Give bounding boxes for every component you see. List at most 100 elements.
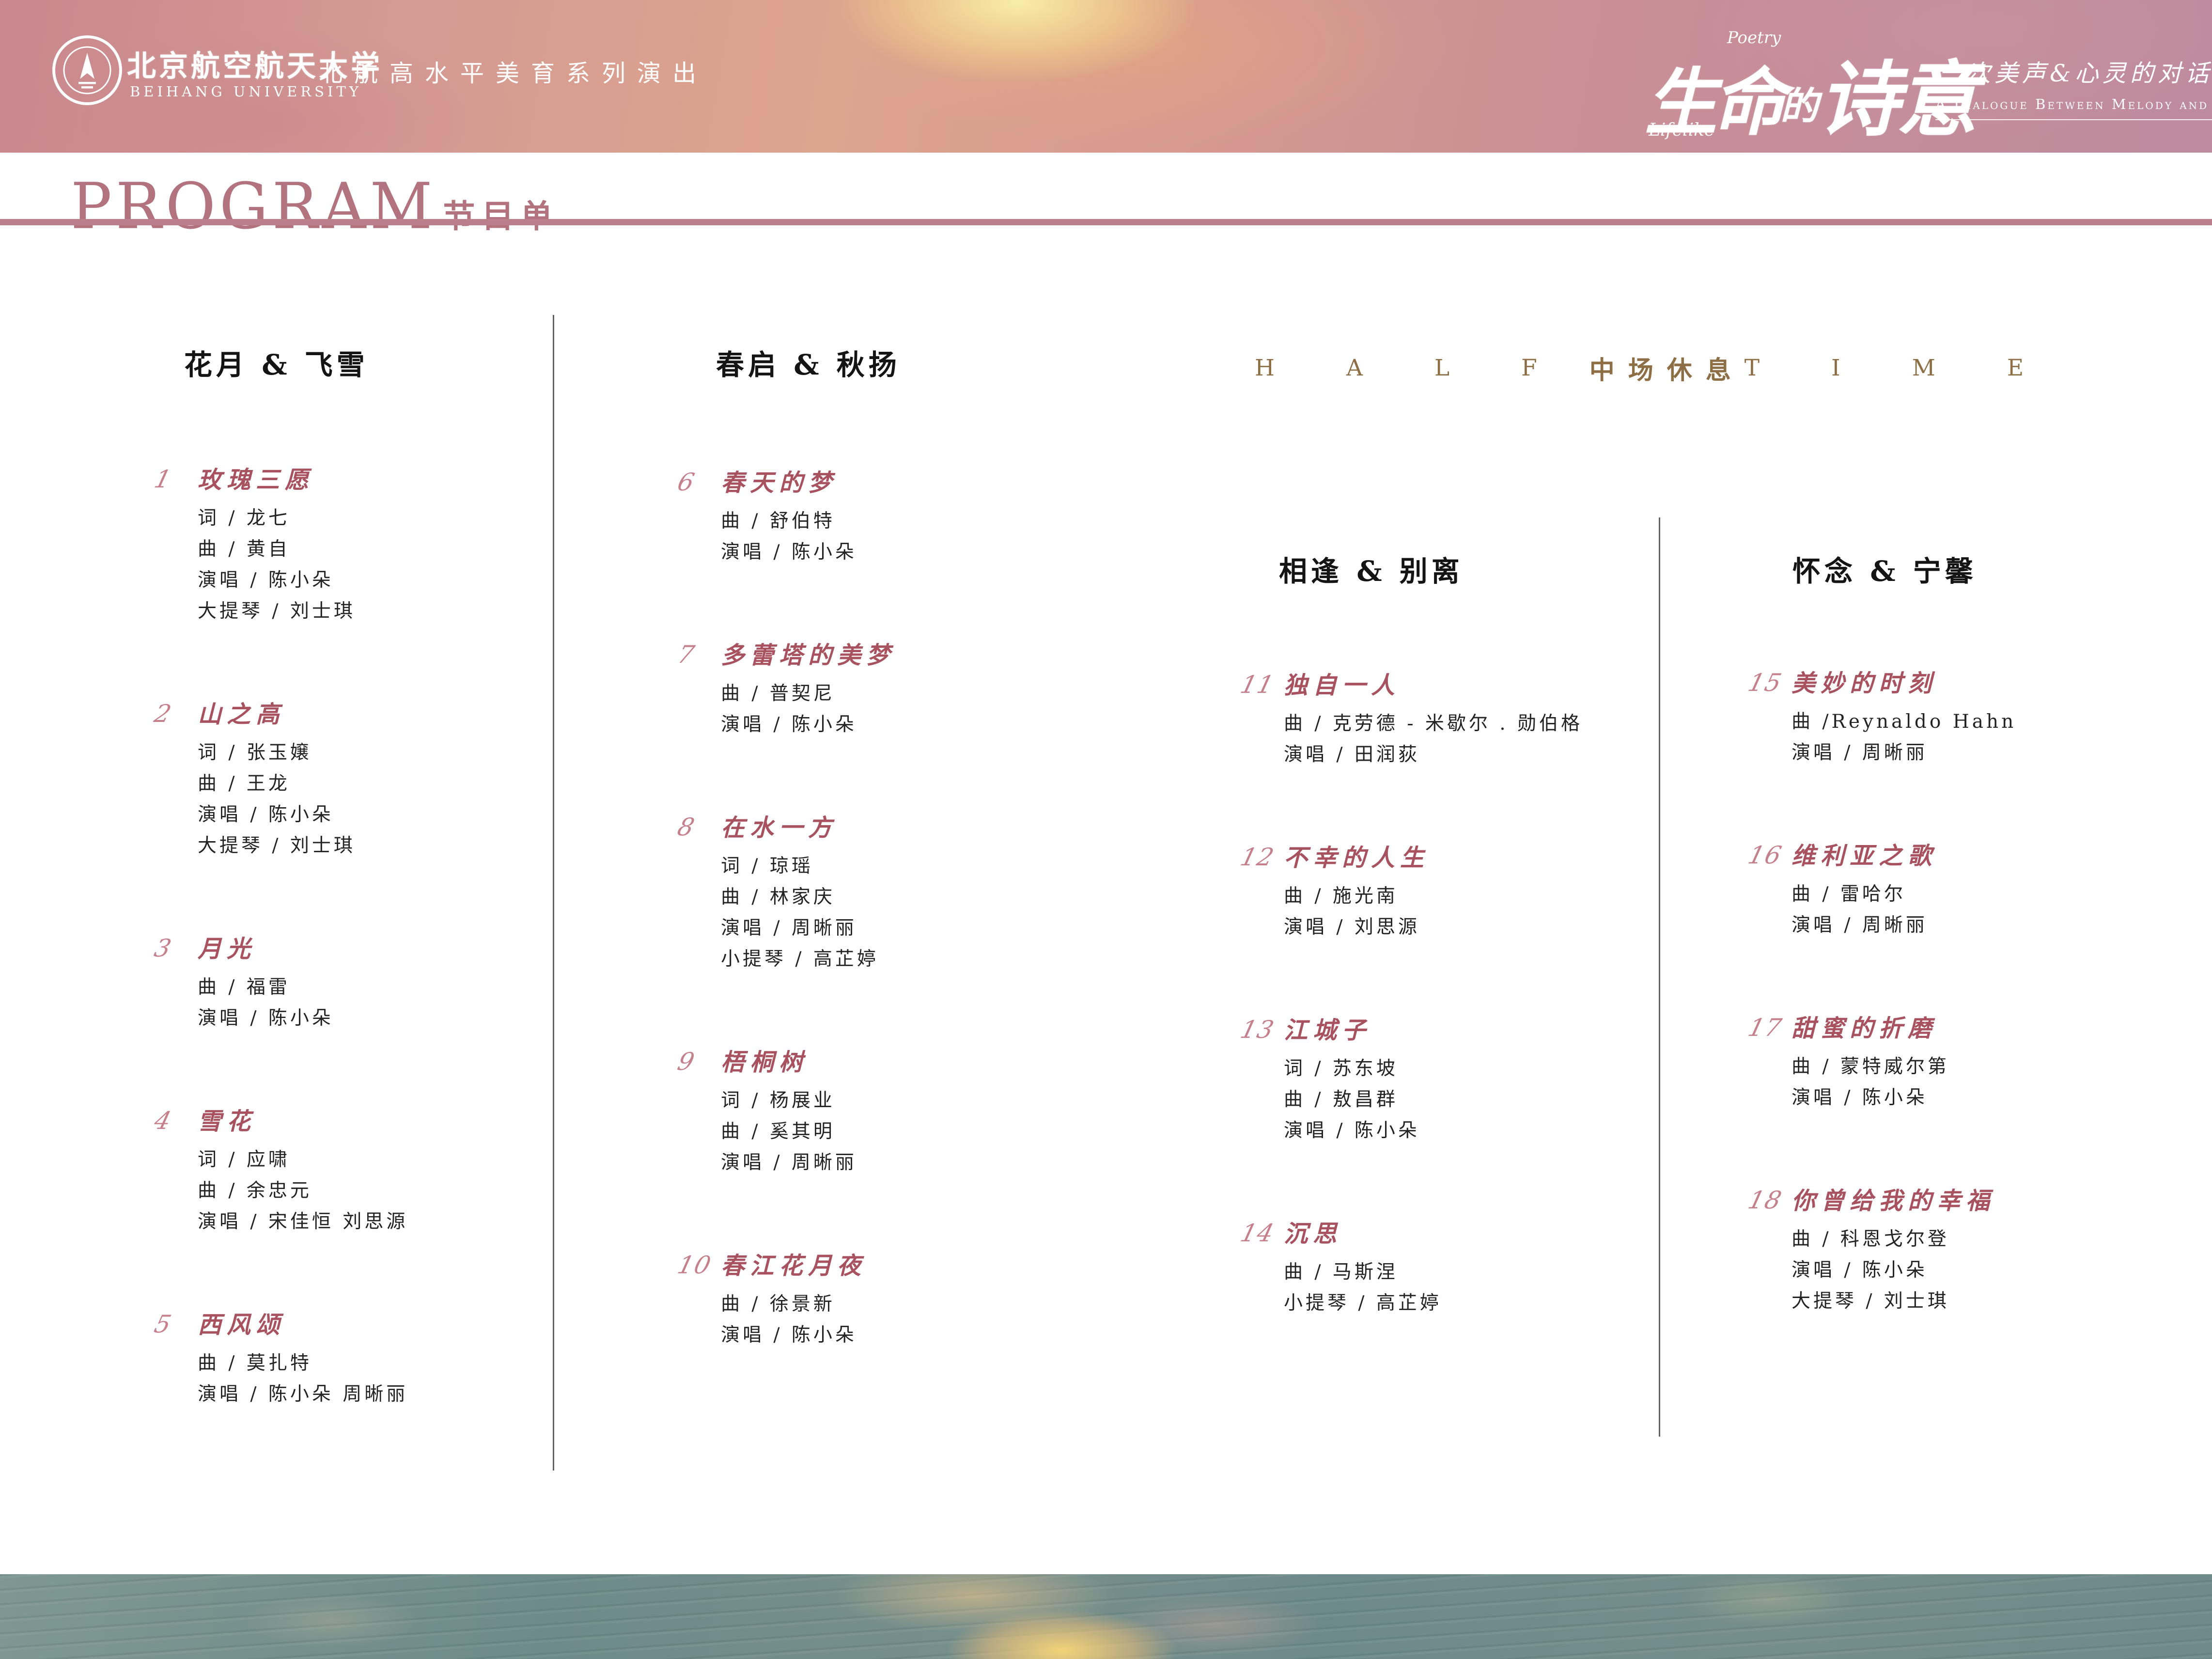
credit-line: 小提琴 / 高芷婷 bbox=[721, 944, 1037, 975]
program-item: 14沉思曲 / 马斯涅小提琴 / 高芷婷 bbox=[1241, 1218, 1658, 1319]
title-rule bbox=[0, 219, 2212, 225]
credit-line: 曲 / 克劳德 - 米歇尔 . 勋伯格 bbox=[1284, 708, 1658, 739]
credit-line: 曲 / 余忠元 bbox=[198, 1175, 547, 1206]
program-item: 11独自一人曲 / 克劳德 - 米歇尔 . 勋伯格演唱 / 田润荻 bbox=[1241, 670, 1658, 770]
credit-line: 曲 / 施光南 bbox=[1284, 881, 1658, 912]
credits: 曲 / 莫扎特演唱 / 陈小朵 周晰丽 bbox=[198, 1348, 547, 1410]
program-page: 北京航空航天大学 BEIHANG UNIVERSITY 北航高水平美育系列演出 … bbox=[0, 0, 2212, 1659]
program-item: 17甜蜜的折磨曲 / 蒙特威尔第演唱 / 陈小朵 bbox=[1749, 1013, 2195, 1113]
song-title: 山之高 bbox=[198, 700, 285, 728]
credit-line: 曲 / 福雷 bbox=[198, 972, 547, 1003]
event-subtitle-en: A Dialogue Between Melody and Soul bbox=[1935, 96, 2212, 112]
credits: 曲 / 雷哈尔演唱 / 周晰丽 bbox=[1791, 879, 2195, 941]
item-number: 17 bbox=[1745, 1014, 1785, 1042]
program-item: 15美妙的时刻曲 /Reynaldo Hahn演唱 / 周晰丽 bbox=[1749, 668, 2195, 768]
credit-line: 大提琴 / 刘士琪 bbox=[198, 830, 547, 861]
halftime-cn: 中场休息 bbox=[1589, 350, 1745, 386]
program-item: 8 在水一方词 / 琼瑶曲 / 林家庆演唱 / 周晰丽小提琴 / 高芷婷 bbox=[678, 812, 1037, 975]
song-title: 梧桐树 bbox=[721, 1048, 808, 1076]
section-column-1: 1玫瑰三愿词 / 龙七曲 / 黄自演唱 / 陈小朵大提琴 / 刘士琪 2 山之高词 … bbox=[155, 464, 547, 1482]
credit-line: 曲 / 黄自 bbox=[198, 534, 547, 565]
song-title: 你曾给我的幸福 bbox=[1791, 1187, 1995, 1215]
song-title: 西风颂 bbox=[198, 1311, 285, 1339]
program-item: 16维利亚之歌曲 / 雷哈尔演唱 / 周晰丽 bbox=[1749, 840, 2195, 941]
song-title: 春江花月夜 bbox=[721, 1252, 866, 1280]
item-number: 6 bbox=[675, 468, 698, 496]
series-title: 北航高水平美育系列演出 bbox=[319, 54, 708, 89]
program-item: 3月光曲 / 福雷演唱 / 陈小朵 bbox=[155, 933, 547, 1034]
credit-line: 曲 /Reynaldo Hahn bbox=[1791, 706, 2195, 737]
credits: 曲 / 克劳德 - 米歇尔 . 勋伯格演唱 / 田润荻 bbox=[1284, 708, 1658, 770]
program-item: 1玫瑰三愿词 / 龙七曲 / 黄自演唱 / 陈小朵大提琴 / 刘士琪 bbox=[155, 464, 547, 627]
song-title: 沉思 bbox=[1284, 1220, 1342, 1248]
logo-lifelike-label: Lifelike bbox=[1649, 120, 1714, 140]
credit-line: 曲 / 敖昌群 bbox=[1284, 1084, 1658, 1115]
page-title: PROGRAM 节目单 bbox=[71, 171, 559, 242]
song-title: 甜蜜的折磨 bbox=[1791, 1014, 1937, 1042]
item-number: 11 bbox=[1238, 671, 1277, 699]
section-column-3: 11独自一人曲 / 克劳德 - 米歇尔 . 勋伯格演唱 / 田润荻12不幸的人生… bbox=[1241, 670, 1658, 1391]
song-title: 玫瑰三愿 bbox=[198, 466, 314, 494]
credits: 词 / 琼瑶曲 / 林家庆演唱 / 周晰丽小提琴 / 高芷婷 bbox=[721, 851, 1037, 975]
credits: 曲 / 福雷演唱 / 陈小朵 bbox=[198, 972, 547, 1034]
credit-line: 演唱 / 田润荻 bbox=[1284, 739, 1658, 770]
credits: 词 / 苏东坡曲 / 敖昌群演唱 / 陈小朵 bbox=[1284, 1053, 1658, 1146]
credit-line: 词 / 张玉嬢 bbox=[198, 737, 547, 768]
credit-line: 曲 / 王龙 bbox=[198, 768, 547, 799]
credits: 曲 /Reynaldo Hahn演唱 / 周晰丽 bbox=[1791, 706, 2195, 768]
item-number: 14 bbox=[1238, 1219, 1277, 1247]
item-number: 15 bbox=[1745, 669, 1785, 697]
credits: 曲 / 施光南演唱 / 刘思源 bbox=[1284, 881, 1658, 943]
banner-art: 北京航空航天大学 BEIHANG UNIVERSITY 北航高水平美育系列演出 … bbox=[0, 0, 2212, 153]
credits: 曲 / 蒙特威尔第演唱 / 陈小朵 bbox=[1791, 1051, 2195, 1113]
credit-line: 演唱 / 周晰丽 bbox=[721, 913, 1037, 944]
credit-line: 演唱 / 陈小朵 bbox=[198, 565, 547, 596]
credit-line: 演唱 / 陈小朵 bbox=[198, 799, 547, 830]
subtitle-underline bbox=[1935, 119, 2212, 120]
credits: 词 / 杨展业曲 / 奚其明演唱 / 周晰丽 bbox=[721, 1085, 1037, 1178]
item-number: 10 bbox=[675, 1251, 715, 1279]
program-item: 9 梧桐树词 / 杨展业曲 / 奚其明演唱 / 周晰丽 bbox=[678, 1047, 1037, 1178]
credits: 词 / 应啸曲 / 余忠元演唱 / 宋佳恒 刘思源 bbox=[198, 1144, 547, 1237]
section-header-2: 春启 & 秋扬 bbox=[716, 342, 901, 383]
credit-line: 演唱 / 陈小朵 周晰丽 bbox=[198, 1379, 547, 1410]
item-number: 3 bbox=[152, 934, 175, 962]
credits: 词 / 张玉嬢曲 / 王龙演唱 / 陈小朵大提琴 / 刘士琪 bbox=[198, 737, 547, 861]
credit-line: 词 / 应啸 bbox=[198, 1144, 547, 1175]
credit-line: 演唱 / 陈小朵 bbox=[721, 709, 1037, 740]
halftime-right: TIME bbox=[1745, 355, 2095, 381]
credit-line: 词 / 苏东坡 bbox=[1284, 1053, 1658, 1084]
column-divider-1 bbox=[553, 315, 554, 1471]
section-header-1: 花月 & 飞雪 bbox=[184, 342, 369, 383]
item-number: 5 bbox=[152, 1310, 175, 1338]
credit-line: 演唱 / 周晰丽 bbox=[1791, 910, 2195, 941]
credits: 曲 / 马斯涅小提琴 / 高芷婷 bbox=[1284, 1257, 1658, 1319]
item-number: 2 bbox=[152, 700, 175, 728]
halftime-left: HALF bbox=[1255, 355, 1609, 381]
song-title: 独自一人 bbox=[1284, 671, 1400, 699]
credit-line: 演唱 / 陈小朵 bbox=[721, 1320, 1037, 1351]
credit-line: 曲 / 徐景新 bbox=[721, 1289, 1037, 1320]
credit-line: 曲 / 莫扎特 bbox=[198, 1348, 547, 1379]
credits: 曲 / 科恩戈尔登演唱 / 陈小朵大提琴 / 刘士琪 bbox=[1791, 1224, 2195, 1317]
song-title: 在水一方 bbox=[721, 814, 837, 842]
page-title-cn: 节目单 bbox=[443, 190, 559, 237]
credit-line: 大提琴 / 刘士琪 bbox=[198, 596, 547, 627]
song-title: 不幸的人生 bbox=[1284, 844, 1429, 872]
credits: 曲 / 舒伯特演唱 / 陈小朵 bbox=[721, 506, 1037, 568]
song-title: 维利亚之歌 bbox=[1791, 842, 1937, 870]
item-number: 9 bbox=[675, 1048, 698, 1076]
credit-line: 演唱 / 周晰丽 bbox=[721, 1147, 1037, 1178]
program-item: 2 山之高词 / 张玉嬢曲 / 王龙演唱 / 陈小朵大提琴 / 刘士琪 bbox=[155, 699, 547, 861]
item-number: 8 bbox=[675, 813, 698, 841]
credit-line: 演唱 / 陈小朵 bbox=[1791, 1255, 2195, 1286]
logo-title-part2: 的 bbox=[1780, 84, 1818, 128]
program-item: 18你曾给我的幸福曲 / 科恩戈尔登演唱 / 陈小朵大提琴 / 刘士琪 bbox=[1749, 1185, 2195, 1317]
program-item: 10春江花月夜曲 / 徐景新演唱 / 陈小朵 bbox=[678, 1250, 1037, 1351]
credit-line: 大提琴 / 刘士琪 bbox=[1791, 1286, 2195, 1317]
program-item: 5 西风颂曲 / 莫扎特演唱 / 陈小朵 周晰丽 bbox=[155, 1309, 547, 1410]
credit-line: 曲 / 雷哈尔 bbox=[1791, 879, 2195, 910]
page-title-en: PROGRAM bbox=[71, 169, 436, 243]
credits: 曲 / 徐景新演唱 / 陈小朵 bbox=[721, 1289, 1037, 1351]
program-item: 7多蕾塔的美梦曲 / 普契尼演唱 / 陈小朵 bbox=[678, 640, 1037, 740]
